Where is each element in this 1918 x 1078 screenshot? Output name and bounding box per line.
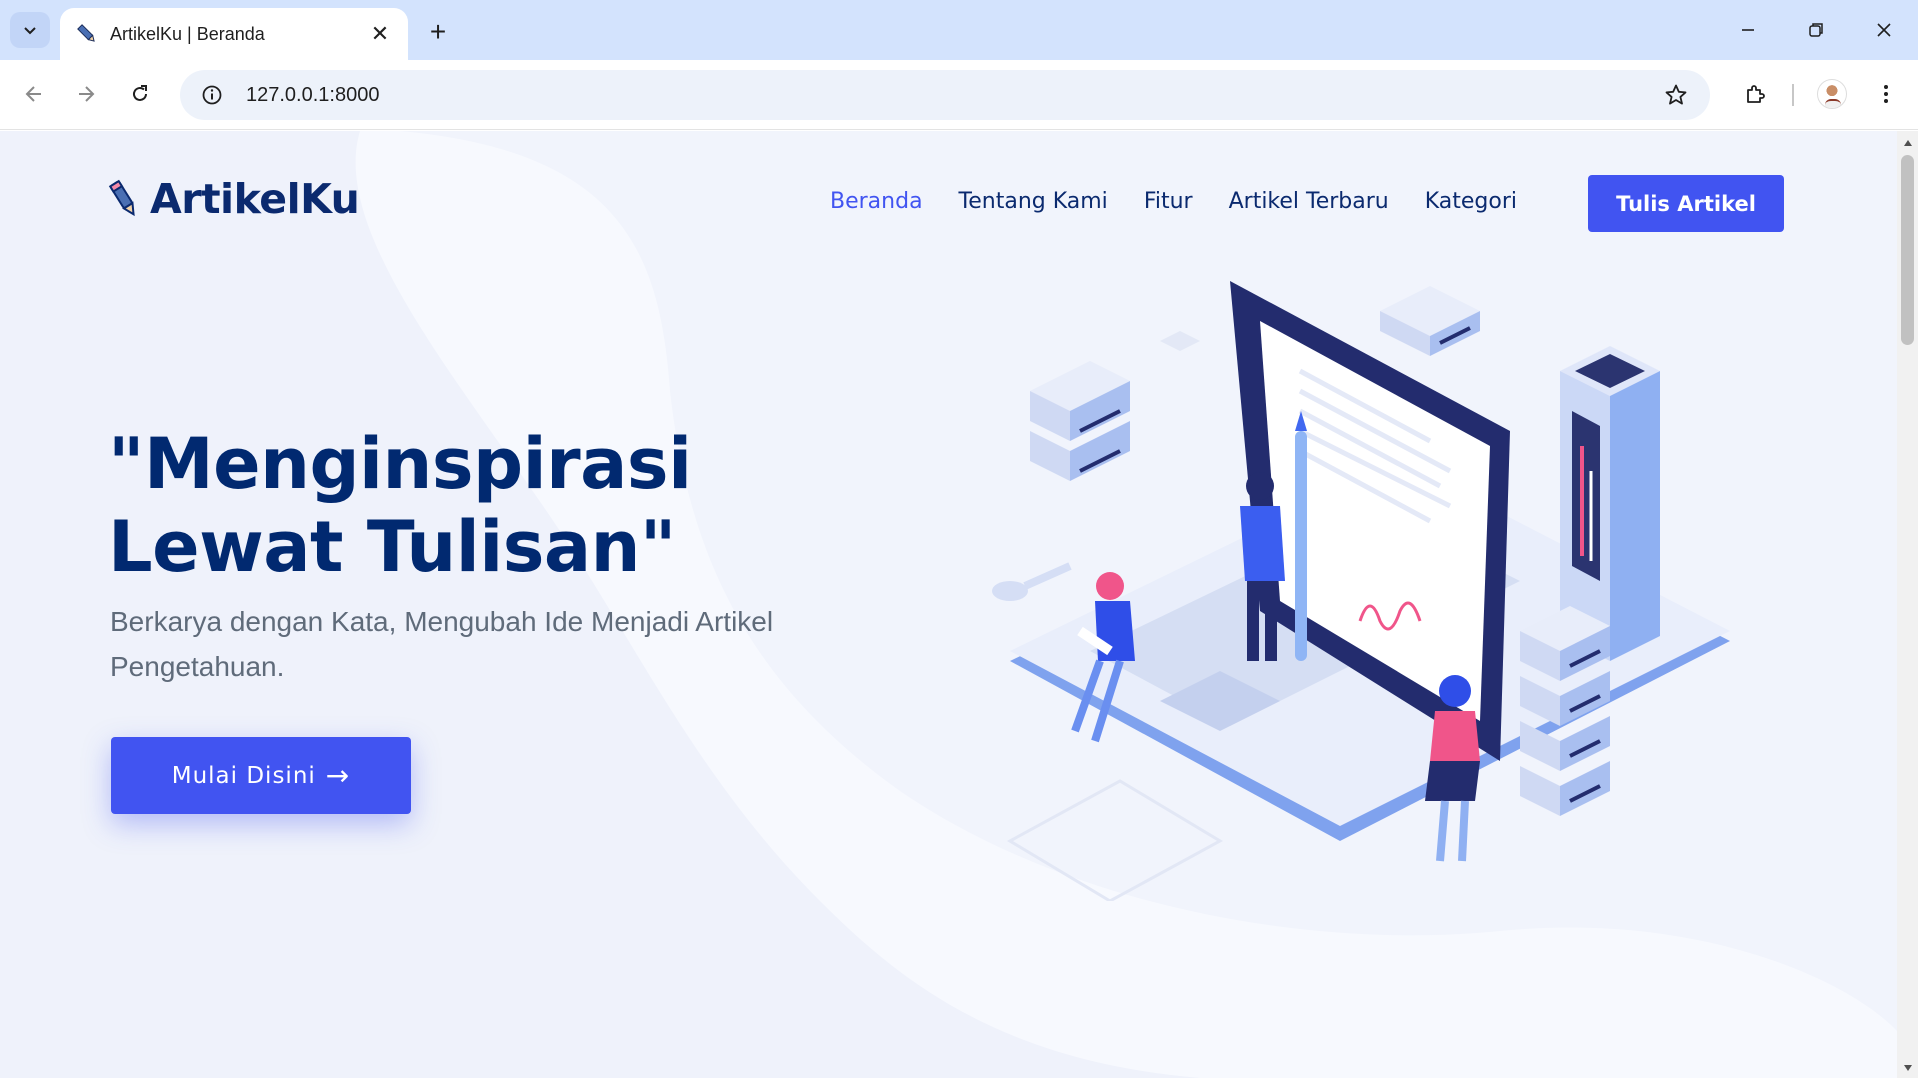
scroll-thumb[interactable] xyxy=(1901,155,1914,345)
site-logo[interactable]: ArtikelKu xyxy=(108,175,360,223)
hero-title: "Menginspirasi Lewat Tulisan" xyxy=(108,423,692,588)
toolbar-divider xyxy=(1792,84,1794,106)
reload-button[interactable] xyxy=(120,74,160,114)
nav-link-kategori[interactable]: Kategori xyxy=(1425,189,1517,214)
avatar xyxy=(1817,79,1847,109)
pencil-icon xyxy=(74,21,100,47)
hero-subtitle: Berkarya dengan Kata, Mengubah Ide Menja… xyxy=(110,606,774,682)
close-icon xyxy=(1877,23,1891,37)
arrow-right-icon: → xyxy=(325,759,351,792)
close-window-button[interactable] xyxy=(1856,8,1912,52)
back-icon xyxy=(25,86,41,102)
nav-link-fitur[interactable]: Fitur xyxy=(1144,189,1193,214)
page-scrollbar[interactable] xyxy=(1897,131,1918,1078)
menu-dots-icon xyxy=(1884,85,1888,103)
nav-link-beranda[interactable]: Beranda xyxy=(830,189,923,214)
profile-button[interactable] xyxy=(1812,74,1852,114)
extensions-button[interactable] xyxy=(1736,74,1776,114)
minimize-button[interactable] xyxy=(1720,8,1776,52)
nav-link-artikel-terbaru[interactable]: Artikel Terbaru xyxy=(1229,189,1389,214)
start-here-label: Mulai Disini xyxy=(171,762,316,789)
back-button[interactable] xyxy=(14,74,54,114)
tab-search-button[interactable] xyxy=(10,12,50,48)
tab-title: ArtikelKu | Beranda xyxy=(110,23,265,44)
nav-link-tentang-kami[interactable]: Tentang Kami xyxy=(959,189,1108,214)
write-article-button[interactable]: Tulis Artikel xyxy=(1588,175,1784,232)
minimize-icon xyxy=(1742,29,1754,31)
new-tab-button[interactable]: + xyxy=(420,14,456,50)
close-icon[interactable]: ✕ xyxy=(366,20,394,48)
restore-icon xyxy=(1809,23,1823,37)
hero-illustration xyxy=(992,281,1730,901)
scroll-down-arrow[interactable] xyxy=(1897,1060,1918,1076)
page-viewport: ArtikelKu Beranda Tentang Kami Fitur Art… xyxy=(0,131,1897,1078)
star-icon[interactable] xyxy=(1660,79,1692,111)
info-icon[interactable] xyxy=(196,79,228,111)
browser-tabstrip: ArtikelKu | Beranda ✕ + xyxy=(0,0,1918,60)
extensions-icon xyxy=(1747,85,1765,103)
reload-icon xyxy=(133,85,147,101)
pencil-icon xyxy=(108,179,135,217)
browser-toolbar: 127.0.0.1:8000 xyxy=(0,60,1918,130)
scroll-up-arrow[interactable] xyxy=(1897,135,1918,151)
url-text: 127.0.0.1:8000 xyxy=(246,83,380,106)
address-bar[interactable]: 127.0.0.1:8000 xyxy=(180,70,1710,120)
chevron-down-icon xyxy=(24,27,36,35)
forward-button[interactable] xyxy=(66,74,106,114)
browser-tab-active[interactable]: ArtikelKu | Beranda ✕ xyxy=(60,8,408,60)
main-navigation: Beranda Tentang Kami Fitur Artikel Terba… xyxy=(830,189,1553,214)
forward-icon xyxy=(79,86,95,102)
restore-button[interactable] xyxy=(1788,8,1844,52)
start-here-button[interactable]: Mulai Disini → xyxy=(111,737,411,814)
browser-menu-button[interactable] xyxy=(1866,74,1906,114)
logo-text: ArtikelKu xyxy=(150,175,360,223)
